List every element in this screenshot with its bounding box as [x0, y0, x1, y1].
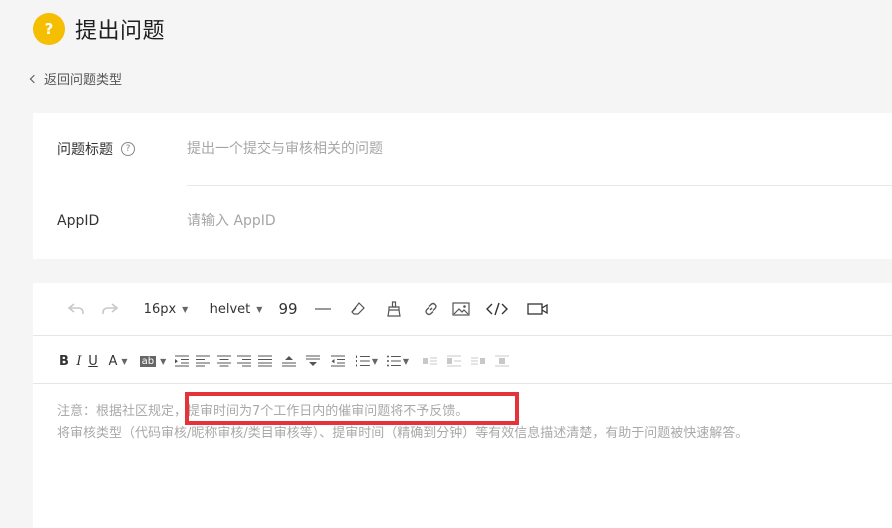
indent-icon — [175, 355, 189, 367]
float-right-icon — [471, 357, 485, 365]
font-size-select[interactable]: 16px ▼ — [142, 298, 190, 320]
bg-color-icon: ab — [139, 355, 157, 367]
notice-line-2: 将审核类型（代码审核/昵称审核/类目审核等）、提审时间（精确到分钟）等有效信息描… — [57, 426, 749, 441]
italic-icon: I — [76, 353, 82, 369]
caret-down-icon: ▼ — [402, 356, 409, 366]
caret-down-icon: ▼ — [371, 356, 378, 366]
back-link-label: 返回问题类型 — [44, 73, 123, 88]
font-color-button[interactable]: A ▼ — [104, 350, 132, 372]
bold-button[interactable]: B — [58, 350, 70, 372]
image-center-icon — [495, 355, 509, 367]
image-icon — [452, 302, 470, 316]
bg-color-button[interactable]: ab ▼ — [138, 350, 168, 372]
align-left-button[interactable] — [195, 350, 211, 372]
eraser-button[interactable] — [347, 298, 369, 320]
ordered-list-button[interactable]: ▼ — [356, 350, 378, 372]
format-toolbar: B I U A ▼ ab ▼ ▼ ▼ — [33, 336, 892, 384]
brush-icon — [387, 301, 401, 317]
outdent-icon — [331, 355, 345, 367]
float-left-icon — [423, 357, 437, 365]
title-label-text: 问题标题 — [57, 142, 113, 158]
code-button[interactable] — [484, 298, 510, 320]
float-none-icon — [447, 355, 461, 367]
quote-button[interactable]: 99 — [277, 298, 299, 320]
image-center-button[interactable] — [494, 350, 510, 372]
editor-toolbar: 16px ▼ helvet ▼ 99 — [33, 283, 892, 336]
code-icon — [486, 302, 508, 316]
undo-icon[interactable] — [65, 298, 87, 320]
underline-icon: U — [88, 353, 98, 369]
video-icon — [527, 303, 548, 315]
line-height-up-button[interactable] — [281, 350, 297, 372]
font-family-select[interactable]: helvet ▼ — [209, 298, 263, 320]
help-icon[interactable]: ? — [121, 142, 135, 156]
ordered-list-icon — [356, 355, 370, 367]
caret-down-icon: ▼ — [121, 356, 128, 366]
italic-button[interactable]: I — [74, 350, 84, 372]
format-brush-button[interactable] — [383, 298, 405, 320]
question-icon: ? — [33, 13, 65, 45]
align-left-icon — [196, 355, 210, 367]
eraser-icon — [351, 302, 365, 315]
title-input[interactable] — [187, 134, 877, 164]
align-center-button[interactable] — [216, 350, 232, 372]
image-float-left-button[interactable] — [422, 350, 438, 372]
caret-down-icon: ▼ — [182, 304, 189, 314]
font-color-icon: A — [108, 353, 118, 369]
underline-button[interactable]: U — [87, 350, 99, 372]
quote-icon: 99 — [278, 300, 298, 318]
horizontal-rule-button[interactable] — [312, 298, 334, 320]
title-row: 问题标题 ? — [33, 113, 892, 185]
align-justify-icon — [258, 355, 272, 367]
back-link[interactable]: 返回问题类型 — [29, 69, 123, 88]
arrow-up-icon — [282, 356, 296, 367]
appid-row: AppID — [33, 185, 892, 257]
image-float-right-button[interactable] — [470, 350, 486, 372]
chevron-left-icon — [29, 74, 39, 84]
align-right-icon — [237, 355, 251, 367]
redo-icon[interactable] — [99, 298, 121, 320]
video-button[interactable] — [526, 298, 550, 320]
highlight-annotation — [185, 392, 519, 425]
bold-icon: B — [59, 353, 69, 369]
outdent-button[interactable] — [330, 350, 346, 372]
question-form: 问题标题 ? AppID — [33, 113, 892, 259]
horizontal-rule-icon — [315, 308, 331, 310]
align-center-icon — [217, 355, 231, 367]
arrow-down-icon — [306, 355, 320, 366]
image-float-none-button[interactable] — [446, 350, 462, 372]
link-icon — [425, 302, 437, 316]
page-header: ? 提出问题 — [33, 12, 165, 46]
font-family-value: helvet — [209, 301, 251, 317]
bullet-list-button[interactable]: ▼ — [387, 350, 409, 372]
bullet-list-icon — [387, 355, 401, 367]
font-size-value: 16px — [143, 301, 177, 317]
caret-down-icon: ▼ — [256, 304, 263, 314]
line-height-down-button[interactable] — [305, 350, 321, 372]
indent-button[interactable] — [174, 350, 190, 372]
image-button[interactable] — [450, 298, 472, 320]
title-label: 问题标题 ? — [57, 139, 135, 159]
appid-label-text: AppID — [57, 213, 100, 229]
link-button[interactable] — [420, 298, 442, 320]
caret-down-icon: ▼ — [160, 356, 167, 366]
notice-prefix: 注意：根据社区规定， — [57, 404, 188, 419]
align-justify-button[interactable] — [257, 350, 273, 372]
appid-input[interactable] — [187, 206, 877, 236]
align-right-button[interactable] — [236, 350, 252, 372]
page-title: 提出问题 — [75, 19, 166, 44]
appid-label: AppID — [57, 213, 99, 229]
